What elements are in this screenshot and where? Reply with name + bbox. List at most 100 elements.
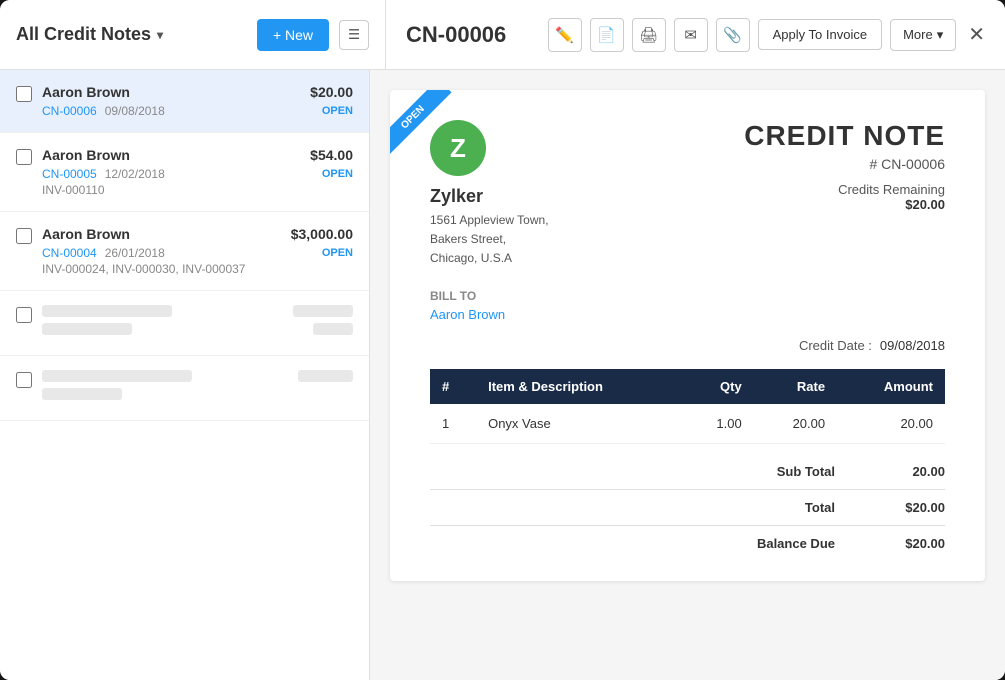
item-checkbox[interactable] — [16, 372, 32, 388]
totals-section: Sub Total 20.00 Total $20.00 Balance Due… — [430, 464, 945, 551]
list-item[interactable]: Aaron Brown $3,000.00 CN-00004 26/01/201… — [0, 212, 369, 291]
item-id: CN-00005 — [42, 167, 97, 181]
divider — [430, 525, 945, 526]
ribbon-label: Open — [390, 90, 452, 156]
row-rate: 20.00 — [754, 404, 837, 444]
item-sub: INV-000024, INV-000030, INV-000037 — [42, 262, 353, 276]
edit-button[interactable]: ✏️ — [548, 18, 582, 52]
skeleton-name — [42, 305, 172, 317]
top-bar: All Credit Notes ▾ + New ☰ CN-00006 ✏️ 📄… — [0, 0, 1005, 70]
doc-header: Z Zylker 1561 Appleview Town, Bakers Str… — [430, 120, 945, 269]
item-checkbox[interactable] — [16, 307, 32, 323]
pdf-icon: 📄 — [597, 26, 616, 44]
balance-due-row: Balance Due $20.00 — [665, 536, 945, 551]
item-meta: CN-00005 12/02/2018 OPEN — [42, 167, 353, 181]
item-meta-left: CN-00005 12/02/2018 — [42, 167, 165, 181]
skeleton-row — [42, 370, 353, 382]
main-content: Aaron Brown $20.00 CN-00006 09/08/2018 O… — [0, 70, 1005, 680]
all-credit-notes-label: All Credit Notes — [16, 24, 151, 45]
col-qty: Qty — [681, 369, 754, 404]
item-id: CN-00006 — [42, 104, 97, 118]
subtotal-value: 20.00 — [875, 464, 945, 479]
apply-to-invoice-button[interactable]: Apply To Invoice — [758, 19, 882, 50]
item-checkbox[interactable] — [16, 149, 32, 165]
credits-remaining-block: Credits Remaining $20.00 — [744, 182, 945, 212]
invoice-id-title: CN-00006 — [406, 22, 540, 48]
item-checkbox[interactable] — [16, 86, 32, 102]
app-window: All Credit Notes ▾ + New ☰ CN-00006 ✏️ 📄… — [0, 0, 1005, 680]
skeleton-row — [42, 305, 353, 317]
email-icon: ✉ — [684, 26, 697, 44]
doc-title-block: CREDIT NOTE # CN-00006 Credits Remaining… — [744, 120, 945, 212]
col-rate: Rate — [754, 369, 837, 404]
item-amount: $54.00 — [310, 147, 353, 163]
credit-date-row: Credit Date : 09/08/2018 — [430, 338, 945, 353]
address-line3: Chicago, U.S.A — [430, 251, 512, 265]
balance-due-label: Balance Due — [665, 536, 835, 551]
bill-to-section: Bill To Aaron Brown — [430, 289, 945, 322]
more-button[interactable]: More ▾ — [890, 19, 956, 51]
item-header: Aaron Brown $20.00 — [42, 84, 353, 100]
chevron-down-icon: ▾ — [157, 28, 163, 42]
item-date: 26/01/2018 — [105, 246, 165, 260]
credits-remaining-value: $20.00 — [744, 197, 945, 212]
skeleton-meta — [42, 388, 122, 400]
new-button[interactable]: + New — [257, 19, 329, 51]
apply-to-invoice-label: Apply To Invoice — [773, 27, 867, 42]
pdf-button[interactable]: 📄 — [590, 18, 624, 52]
total-row: Total $20.00 — [665, 500, 945, 515]
open-ribbon: Open — [390, 90, 470, 170]
item-content: Aaron Brown $3,000.00 CN-00004 26/01/201… — [42, 226, 353, 276]
left-panel: Aaron Brown $20.00 CN-00006 09/08/2018 O… — [0, 70, 370, 680]
bill-to-label: Bill To — [430, 289, 945, 303]
col-num: # — [430, 369, 476, 404]
all-credit-notes-button[interactable]: All Credit Notes ▾ — [16, 24, 163, 45]
address-line2: Bakers Street, — [430, 232, 506, 246]
hamburger-icon: ☰ — [348, 27, 360, 42]
item-content: Aaron Brown $54.00 CN-00005 12/02/2018 O… — [42, 147, 353, 197]
close-icon: ✕ — [968, 24, 985, 46]
attachment-button[interactable]: 📎 — [716, 18, 750, 52]
col-amount: Amount — [837, 369, 945, 404]
skeleton-name — [42, 370, 192, 382]
item-amount: $3,000.00 — [291, 226, 353, 242]
item-meta-left: CN-00004 26/01/2018 — [42, 246, 165, 260]
skeleton-status — [313, 323, 353, 335]
print-button[interactable]: 🖨 — [632, 18, 666, 52]
status-badge: OPEN — [322, 168, 353, 180]
col-description: Item & Description — [476, 369, 681, 404]
close-button[interactable]: ✕ — [964, 18, 989, 51]
bill-to-name: Aaron Brown — [430, 307, 945, 322]
item-header: Aaron Brown $54.00 — [42, 147, 353, 163]
doc-number: # CN-00006 — [744, 156, 945, 172]
skeleton-amount — [293, 305, 353, 317]
item-id: CN-00004 — [42, 246, 97, 260]
skeleton-item — [0, 356, 369, 421]
divider — [430, 489, 945, 490]
top-bar-left: All Credit Notes ▾ + New ☰ — [16, 0, 386, 69]
print-icon: 🖨 — [639, 26, 658, 44]
right-panel: Open Z Zylker 1561 Appleview Town, Baker… — [370, 70, 1005, 680]
total-label: Total — [665, 500, 835, 515]
credit-note-document: Open Z Zylker 1561 Appleview Town, Baker… — [390, 90, 985, 581]
table-row: 1 Onyx Vase 1.00 20.00 20.00 — [430, 404, 945, 444]
email-button[interactable]: ✉ — [674, 18, 708, 52]
address-line1: 1561 Appleview Town, — [430, 213, 549, 227]
menu-button[interactable]: ☰ — [339, 20, 369, 50]
item-content: Aaron Brown $20.00 CN-00006 09/08/2018 O… — [42, 84, 353, 118]
credits-remaining-label: Credits Remaining — [744, 182, 945, 197]
item-checkbox[interactable] — [16, 228, 32, 244]
item-name: Aaron Brown — [42, 147, 130, 163]
doc-title: CREDIT NOTE — [744, 120, 945, 152]
item-amount: $20.00 — [310, 84, 353, 100]
list-item[interactable]: Aaron Brown $54.00 CN-00005 12/02/2018 O… — [0, 133, 369, 212]
skeleton-row — [42, 323, 353, 335]
row-description: Onyx Vase — [476, 404, 681, 444]
row-amount: 20.00 — [837, 404, 945, 444]
row-qty: 1.00 — [681, 404, 754, 444]
list-item[interactable]: Aaron Brown $20.00 CN-00006 09/08/2018 O… — [0, 70, 369, 133]
credit-date-value: 09/08/2018 — [880, 338, 945, 353]
item-date: 12/02/2018 — [105, 167, 165, 181]
skeleton-amount — [298, 370, 353, 382]
item-date: 09/08/2018 — [105, 104, 165, 118]
